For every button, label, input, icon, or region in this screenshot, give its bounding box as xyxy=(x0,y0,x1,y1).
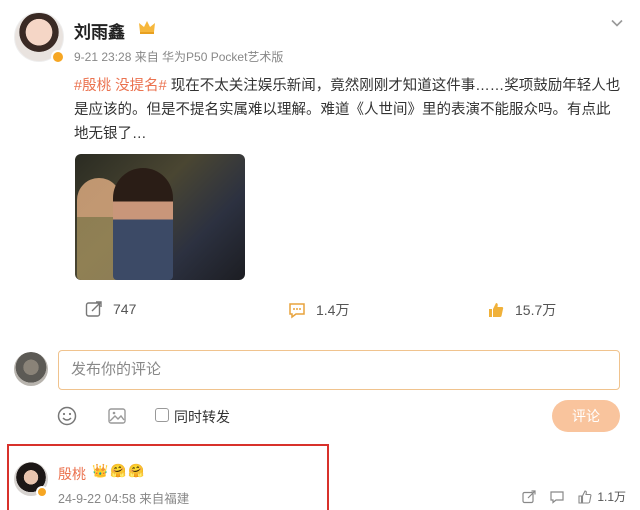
emoji-icon[interactable] xyxy=(57,406,77,426)
post-actions: 747 1.4万 15.7万 xyxy=(0,296,640,326)
verified-badge-icon xyxy=(36,486,48,498)
reply-emojis: 👑🤗🤗 xyxy=(92,463,147,478)
comment-icon xyxy=(289,303,305,319)
topic-link[interactable]: #殷桃 没提名# xyxy=(74,78,167,94)
post-header: 刘雨鑫 9-21 23:28 来自 华为P50 Pocket艺术版 xyxy=(14,10,626,70)
image-upload-icon[interactable] xyxy=(107,406,127,426)
verified-badge-icon xyxy=(51,50,65,64)
thumbs-up-icon xyxy=(578,489,592,504)
like-button[interactable]: 15.7万 xyxy=(487,300,556,320)
share-count: 747 xyxy=(113,301,137,317)
author-name[interactable]: 刘雨鑫 xyxy=(74,18,125,43)
comment-icon[interactable] xyxy=(550,490,564,504)
repost-label: 同时转发 xyxy=(174,409,230,425)
comment-input[interactable]: 发布你的评论 xyxy=(58,350,620,390)
reply-actions: 1.1万 xyxy=(522,488,626,505)
thumbs-up-icon xyxy=(489,303,504,317)
post-image[interactable] xyxy=(75,154,245,280)
reply-like-button[interactable]: 1.1万 xyxy=(578,488,626,505)
user-avatar[interactable] xyxy=(14,352,48,386)
composer-tools: 同时转发 评论 xyxy=(0,400,640,434)
image-figure-girl xyxy=(113,168,173,280)
submit-comment-button[interactable]: 评论 xyxy=(552,400,620,432)
post-meta: 9-21 23:28 来自 华为P50 Pocket艺术版 xyxy=(74,50,284,64)
like-count: 15.7万 xyxy=(515,302,557,318)
comment-composer: 发布你的评论 xyxy=(0,350,640,392)
share-icon xyxy=(85,301,102,317)
post-text: #殷桃 没提名# 现在不太关注娱乐新闻，竟然刚刚才知道这件事……奖项鼓励年轻人也… xyxy=(74,74,622,146)
crown-icon xyxy=(139,21,155,34)
reply-like-count: 1.1万 xyxy=(597,490,626,504)
reply-meta: 24-9-22 04:58 来自福建 xyxy=(58,492,190,506)
share-icon[interactable] xyxy=(522,489,536,504)
reply-author-name[interactable]: 殷桃 xyxy=(58,464,86,484)
repost-checkbox[interactable] xyxy=(155,408,169,422)
comment-count: 1.4万 xyxy=(316,302,350,318)
share-button[interactable]: 747 xyxy=(85,300,136,318)
comment-button[interactable]: 1.4万 xyxy=(288,300,349,320)
chevron-down-icon[interactable] xyxy=(610,16,624,30)
